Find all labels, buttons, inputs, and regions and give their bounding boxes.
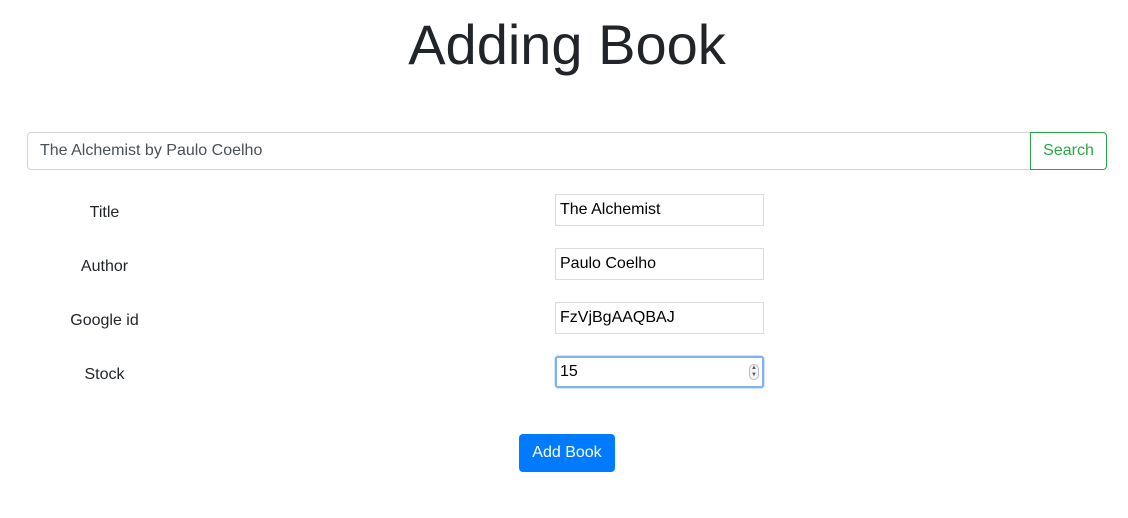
search-input[interactable] — [27, 132, 1030, 170]
form-row-title: Title — [0, 194, 1128, 226]
search-bar: Search — [27, 132, 1107, 170]
page-title: Adding Book — [408, 13, 726, 76]
form-row-author: Author — [0, 248, 1128, 280]
author-label: Author — [80, 258, 129, 275]
stock-label: Stock — [84, 366, 125, 383]
stepper-up-icon[interactable]: ▲ — [750, 365, 758, 372]
number-stepper-icon[interactable]: ▲ ▼ — [749, 364, 759, 380]
form-row-google-id: Google id — [0, 302, 1128, 334]
google-id-label: Google id — [70, 312, 139, 329]
stepper-down-icon[interactable]: ▼ — [750, 372, 758, 379]
author-input[interactable] — [555, 248, 764, 280]
google-id-input[interactable] — [555, 302, 764, 334]
form-row-stock: Stock ▲ ▼ — [0, 356, 1128, 388]
search-button[interactable]: Search — [1030, 132, 1107, 170]
title-input[interactable] — [555, 194, 764, 226]
add-book-button[interactable]: Add Book — [519, 434, 615, 472]
title-label: Title — [89, 204, 120, 221]
stock-input[interactable] — [555, 356, 764, 388]
